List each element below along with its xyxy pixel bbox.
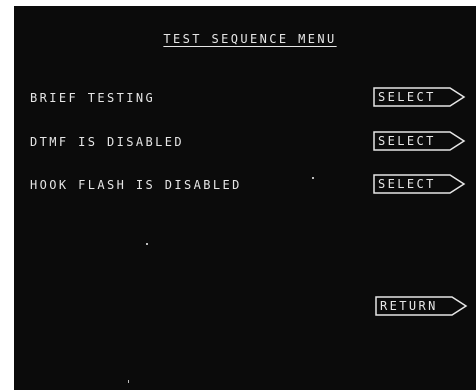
select-button-label: SELECT <box>378 177 436 191</box>
select-button-label: SELECT <box>378 134 436 148</box>
screen-speck <box>128 380 129 383</box>
page: TEST SEQUENCE MENU BRIEF TESTING SELECT … <box>0 0 476 390</box>
menu-title: TEST SEQUENCE MENU <box>163 32 337 46</box>
select-button-label: SELECT <box>378 90 436 104</box>
screen-speck <box>146 243 148 245</box>
screen-speck <box>312 177 314 179</box>
menu-item-label-brief-testing: BRIEF TESTING <box>30 91 156 105</box>
menu-item-label-dtmf: DTMF IS DISABLED <box>30 135 184 149</box>
return-button-label: RETURN <box>380 299 438 313</box>
return-button[interactable]: RETURN <box>374 295 468 317</box>
menu-item-label-hook-flash: HOOK FLASH IS DISABLED <box>30 178 242 192</box>
select-button-dtmf[interactable]: SELECT <box>372 130 466 152</box>
terminal-screen: TEST SEQUENCE MENU BRIEF TESTING SELECT … <box>14 6 476 390</box>
select-button-brief-testing[interactable]: SELECT <box>372 86 466 108</box>
select-button-hook-flash[interactable]: SELECT <box>372 173 466 195</box>
